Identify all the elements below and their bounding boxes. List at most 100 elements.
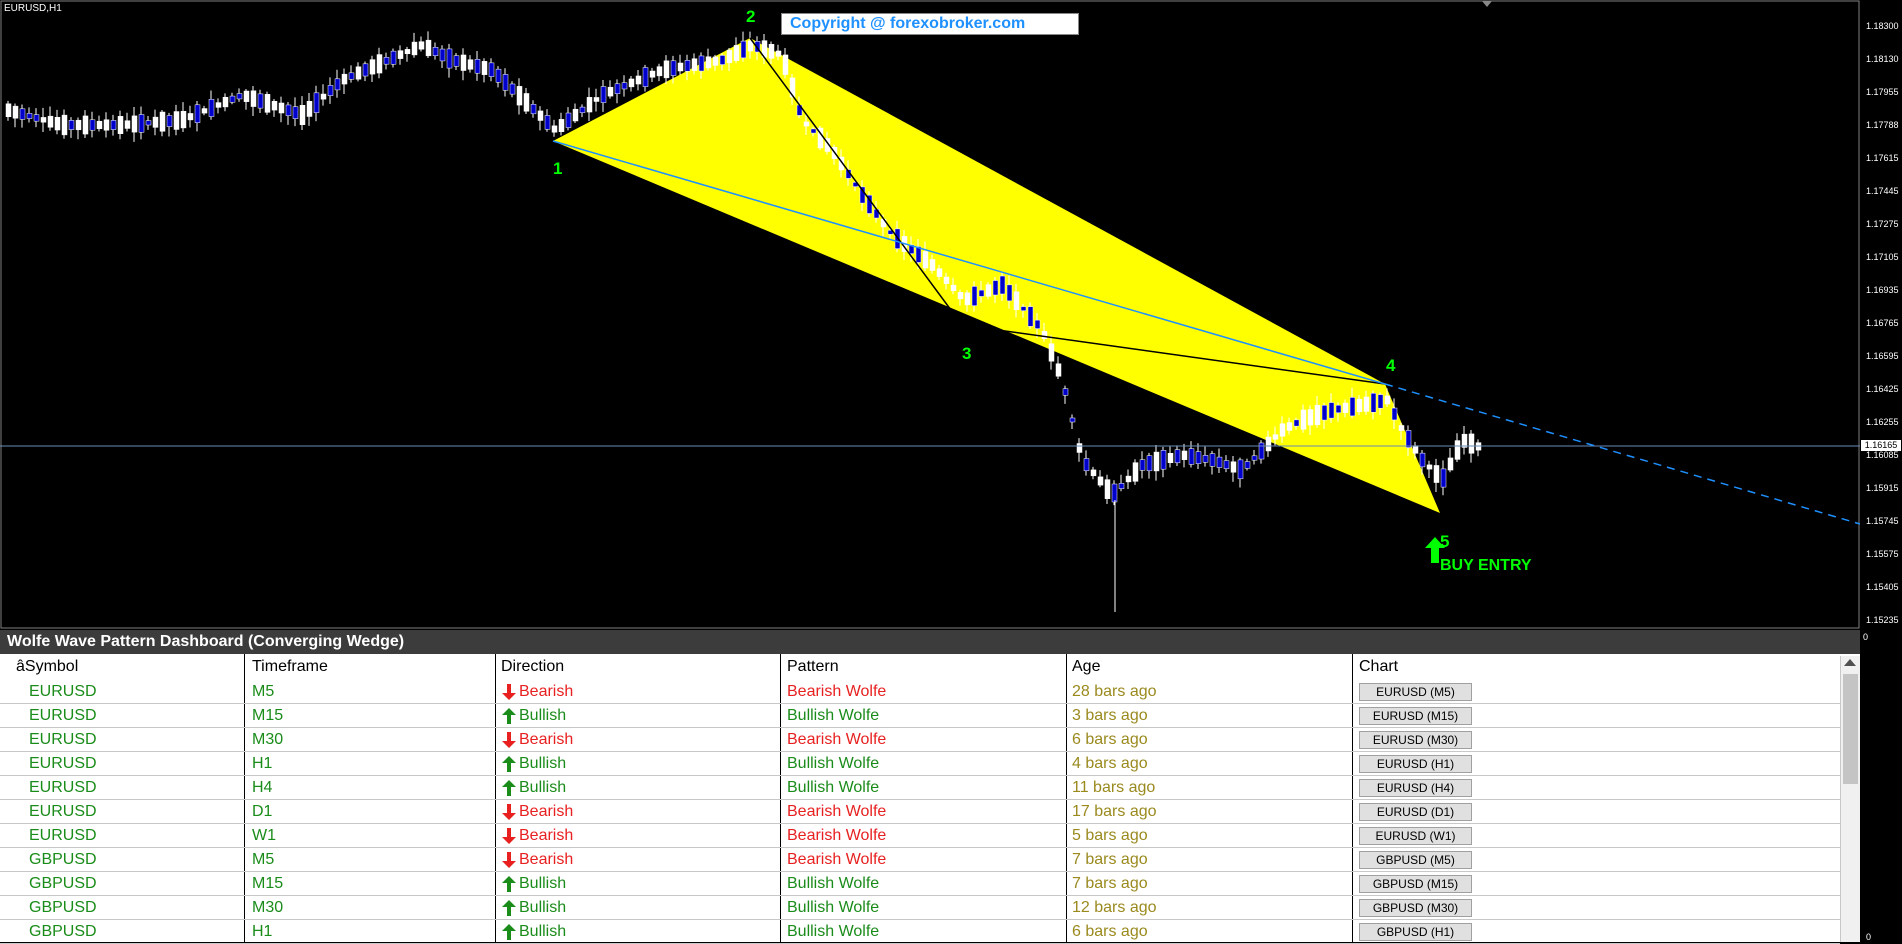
price-chart[interactable]: EURUSD,H1 Copyright @ forexobroker.com 1…	[0, 0, 1902, 642]
bullish-candle	[1321, 405, 1328, 421]
cell-pattern: Bullish Wolfe	[787, 875, 880, 892]
cell-pattern: Bearish Wolfe	[787, 851, 887, 868]
header-symbol[interactable]: âSymbol	[16, 656, 78, 678]
direction-label: Bearish	[519, 731, 574, 748]
bearish-candle	[124, 120, 131, 129]
bullish-candle	[453, 55, 460, 67]
table-row: GBPUSD M5 Bearish Bearish Wolfe 7 bars ago GB…	[0, 848, 1840, 872]
cell-symbol: EURUSD	[29, 683, 97, 700]
bullish-candle	[1244, 461, 1251, 469]
bullish-candle	[1160, 450, 1167, 470]
direction-label: Bullish	[519, 899, 567, 916]
open-chart-button[interactable]: EURUSD (H4)	[1359, 779, 1472, 797]
bearish-candle	[1265, 436, 1272, 452]
cell-timeframe: M15	[252, 707, 284, 724]
cell-symbol: EURUSD	[29, 755, 97, 772]
bullish-candle	[642, 67, 649, 87]
bullish-candle	[1202, 455, 1209, 463]
chart-canvas[interactable]	[0, 0, 1860, 630]
bearish-candle	[1461, 433, 1468, 448]
bearish-candle	[467, 59, 474, 70]
cell-direction: Bearish	[502, 800, 573, 824]
bearish-candle	[117, 116, 124, 134]
bearish-candle	[5, 103, 12, 118]
bearish-candle	[1398, 425, 1405, 431]
open-chart-button[interactable]: EURUSD (M5)	[1359, 683, 1472, 701]
bullish-candle	[1139, 459, 1146, 471]
cell-age: 4 bars ago	[1072, 755, 1148, 772]
open-chart-button[interactable]: GBPUSD (M15)	[1359, 875, 1472, 893]
bearish-candle	[173, 111, 180, 130]
price-scale-label: 1.17955	[1866, 87, 1899, 97]
table-row: EURUSD M15 Bullish Bullish Wolfe 3 bars ago E…	[0, 704, 1840, 728]
wave-label-1: 1	[553, 159, 563, 178]
price-scale-label: 1.18130	[1866, 54, 1899, 64]
bullish-candle	[600, 86, 607, 103]
cell-timeframe: M5	[252, 851, 275, 868]
bullish-candle	[194, 104, 201, 123]
cell-age: 6 bars ago	[1072, 923, 1148, 940]
open-chart-button[interactable]: GBPUSD (M5)	[1359, 851, 1472, 869]
cell-pattern: Bullish Wolfe	[787, 707, 880, 724]
bearish-candle	[922, 251, 929, 269]
indicator-scale-zero: 0	[1863, 632, 1869, 642]
bullish-candle	[1293, 419, 1300, 427]
bearish-candle	[1307, 409, 1314, 426]
bullish-candle	[565, 112, 572, 128]
direction-label: Bearish	[519, 803, 574, 820]
bullish-candle	[614, 83, 621, 94]
bearish-candle	[964, 292, 971, 306]
cell-symbol: EURUSD	[29, 707, 97, 724]
dashboard-scrollbar[interactable]	[1840, 656, 1860, 942]
header-timeframe[interactable]: Timeframe	[252, 656, 328, 678]
cell-direction: Bearish	[502, 680, 573, 704]
open-chart-button[interactable]: EURUSD (M15)	[1359, 707, 1472, 725]
bullish-candle	[474, 59, 481, 74]
arrow-down-icon	[502, 827, 519, 844]
direction-label: Bullish	[519, 875, 567, 892]
bullish-candle	[348, 72, 355, 80]
scroll-up-arrow-icon[interactable]	[1844, 659, 1856, 666]
cell-age: 6 bars ago	[1072, 731, 1148, 748]
cell-pattern: Bullish Wolfe	[787, 923, 880, 940]
cell-pattern: Bullish Wolfe	[787, 755, 880, 772]
bullish-candle	[19, 108, 26, 120]
bullish-candle	[292, 106, 299, 119]
header-age[interactable]: Age	[1072, 656, 1100, 678]
open-chart-button[interactable]: GBPUSD (H1)	[1359, 923, 1472, 941]
bullish-candle	[1419, 452, 1426, 468]
cell-direction: Bullish	[502, 704, 566, 728]
header-direction[interactable]: Direction	[501, 656, 564, 678]
bearish-candle	[201, 108, 208, 114]
arrow-up-icon	[502, 707, 519, 724]
header-pattern[interactable]: Pattern	[787, 656, 839, 678]
open-chart-button[interactable]: EURUSD (D1)	[1359, 803, 1472, 821]
chart-shift-marker	[1482, 1, 1492, 7]
bullish-candle	[1188, 448, 1195, 465]
scroll-thumb[interactable]	[1843, 674, 1858, 784]
bearish-candle	[1153, 451, 1160, 472]
price-scale-label: 1.15745	[1866, 516, 1899, 526]
open-chart-button[interactable]: GBPUSD (M30)	[1359, 899, 1472, 917]
bullish-candle	[1237, 459, 1244, 480]
price-scale-label: 1.15405	[1866, 582, 1899, 592]
open-chart-button[interactable]: EURUSD (W1)	[1359, 827, 1472, 845]
bullish-candle	[530, 104, 537, 115]
bearish-candle	[1426, 464, 1433, 470]
bullish-candle	[334, 78, 341, 91]
bearish-candle	[537, 110, 544, 121]
open-chart-button[interactable]: EURUSD (M30)	[1359, 731, 1472, 749]
header-chart[interactable]: Chart	[1359, 656, 1398, 678]
bullish-candle	[719, 55, 726, 65]
arrow-down-icon	[502, 683, 519, 700]
bearish-candle	[1090, 469, 1097, 477]
open-chart-button[interactable]: EURUSD (H1)	[1359, 755, 1472, 773]
bullish-candle	[166, 115, 173, 127]
cell-timeframe: D1	[252, 803, 273, 820]
bullish-candle	[488, 62, 495, 77]
cell-timeframe: W1	[252, 827, 276, 844]
bearish-candle	[320, 93, 327, 100]
chart-frame	[0, 0, 1860, 629]
bearish-candle	[460, 54, 467, 71]
bullish-candle	[1069, 417, 1076, 423]
